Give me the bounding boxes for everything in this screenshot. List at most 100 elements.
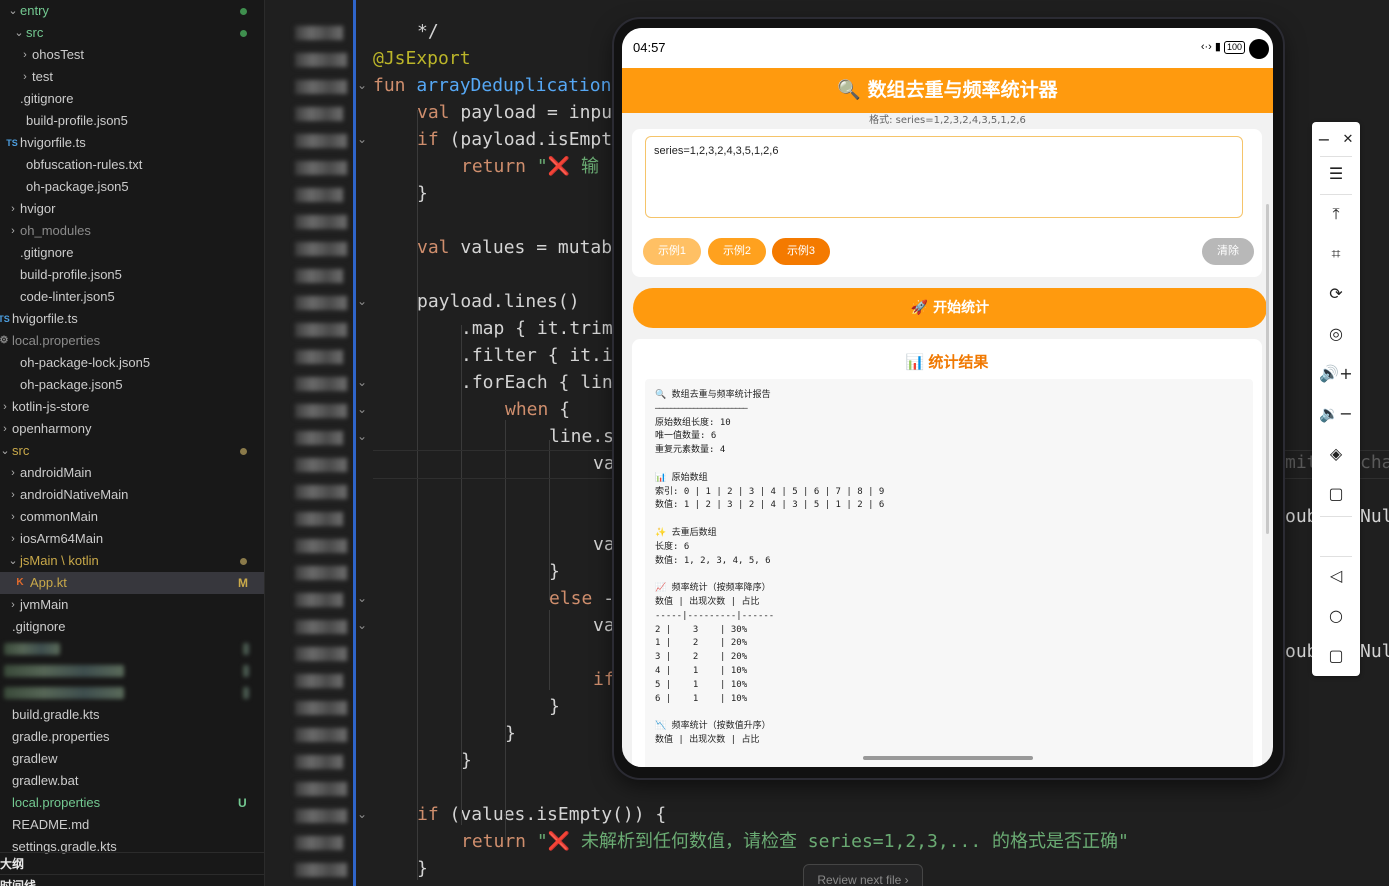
tree-item[interactable]: local.properties U [0, 792, 264, 814]
tree-item[interactable]: › androidMain [0, 462, 264, 484]
outline-section[interactable]: 大纲 [0, 852, 264, 875]
code-line[interactable]: return "❌ 输 [461, 153, 599, 180]
home-indicator[interactable] [863, 756, 1033, 760]
tree-item[interactable]: › iosArm64Main [0, 528, 264, 550]
code-line[interactable]: when { [505, 396, 570, 423]
code-line[interactable]: @JsExport [373, 45, 471, 72]
tree-item[interactable]: ⌄ src [0, 22, 264, 44]
example1-button[interactable]: 示例1 [643, 238, 701, 265]
fold-chevron-icon[interactable]: ⌄ [357, 132, 367, 146]
code-line[interactable]: val payload = inpu [417, 99, 612, 126]
code-line[interactable]: val values = mutab [417, 234, 612, 261]
code-line[interactable]: if (values.isEmpty()) { [417, 801, 666, 828]
code-line[interactable]: */ [417, 18, 439, 45]
chevron-right-icon[interactable]: › [8, 198, 18, 220]
code-line[interactable]: payload.lines() [417, 288, 580, 315]
device-screen[interactable]: 04:57 ‹·› ▮ 100 🔍 数组去重与频率统计器 格式: series=1… [622, 28, 1273, 767]
code-line[interactable]: fun arrayDeduplication [373, 72, 611, 99]
code-line[interactable]: va [593, 612, 615, 639]
chevron-right-icon[interactable]: › [8, 528, 18, 550]
code-line[interactable]: .filter { it.i [461, 342, 613, 369]
start-statistics-button[interactable]: 🚀 开始统计 [633, 288, 1267, 328]
tree-item[interactable]: ⌄ src [0, 440, 264, 462]
tree-item[interactable]: › kotlin-js-store [0, 396, 264, 418]
timeline-section[interactable]: 时间线 [0, 874, 264, 886]
back-icon[interactable]: ◁ [1312, 558, 1360, 594]
tree-item[interactable]: › jvmMain [0, 594, 264, 616]
code-line[interactable]: } [549, 558, 560, 585]
volume-up-icon[interactable]: 🔊+ [1312, 356, 1360, 392]
code-line[interactable]: line.s [549, 423, 614, 450]
square-frame-icon[interactable]: ▢ [1312, 476, 1360, 512]
volume-down-icon[interactable]: 🔉− [1312, 396, 1360, 432]
chevron-right-icon[interactable]: › [20, 66, 30, 88]
code-line[interactable]: return "❌ 未解析到任何数值，请检查 series=1,2,3,... … [461, 828, 1129, 855]
tree-item[interactable]: build-profile.json5 [0, 264, 264, 286]
tree-item[interactable]: oh-package.json5 [0, 176, 264, 198]
tree-item[interactable]: build-profile.json5 [0, 110, 264, 132]
tree-item[interactable]: K App.kt M [0, 572, 264, 594]
code-line[interactable]: .forEach { lin [461, 369, 613, 396]
location-icon[interactable]: ◎ [1312, 316, 1360, 352]
tree-item[interactable]: gradle.properties [0, 726, 264, 748]
tree-item[interactable]: .gitignore [0, 88, 264, 110]
tree-item[interactable]: › test [0, 66, 264, 88]
tree-item[interactable]: obfuscation-rules.txt [0, 154, 264, 176]
chevron-down-icon[interactable]: ⌄ [8, 0, 18, 22]
fold-chevron-icon[interactable]: ⌄ [357, 375, 367, 389]
fold-chevron-icon[interactable]: ⌄ [357, 807, 367, 821]
fold-chevron-icon[interactable]: ⌄ [357, 78, 367, 92]
code-line[interactable]: } [417, 180, 428, 207]
fold-chevron-icon[interactable]: ⌄ [357, 402, 367, 416]
chevron-right-icon[interactable]: › [8, 220, 18, 242]
code-line[interactable]: else - [549, 585, 614, 612]
tree-item[interactable]: › androidNativeMain [0, 484, 264, 506]
tree-item[interactable]: .gitignore [0, 242, 264, 264]
home-icon[interactable]: ○ [1312, 598, 1360, 634]
tree-item[interactable]: TShvigorfile.ts [0, 308, 264, 330]
tree-item[interactable]: oh-package-lock.json5 [0, 352, 264, 374]
code-line[interactable]: } [417, 855, 428, 882]
example2-button[interactable]: 示例2 [708, 238, 766, 265]
tree-item[interactable]: ⌄ entry [0, 0, 264, 22]
tree-item[interactable]: TShvigorfile.ts [0, 132, 264, 154]
code-line[interactable]: if [593, 666, 615, 693]
chevron-down-icon[interactable]: ⌄ [8, 550, 18, 572]
tree-item[interactable]: › openharmony [0, 418, 264, 440]
tree-item[interactable]: ⌄ jsMain \ kotlin [0, 550, 264, 572]
tree-item[interactable]: ⚙ local.properties [0, 330, 264, 352]
crop-screenshot-icon[interactable]: ⌗ [1312, 236, 1360, 272]
tree-item[interactable]: code-linter.json5 [0, 286, 264, 308]
tree-item[interactable]: build.gradle.kts [0, 704, 264, 726]
chevron-right-icon[interactable]: › [0, 396, 10, 418]
minimize-button[interactable]: − [1312, 122, 1336, 158]
tree-item[interactable]: › commonMain [0, 506, 264, 528]
chevron-right-icon[interactable]: › [8, 594, 18, 616]
fold-chevron-icon[interactable]: ⌄ [357, 591, 367, 605]
chevron-down-icon[interactable]: ⌄ [14, 22, 24, 44]
chevron-down-icon[interactable]: ⌄ [0, 440, 10, 462]
code-line[interactable]: .map { it.trim [461, 315, 613, 342]
chevron-right-icon[interactable]: › [0, 418, 10, 440]
menu-icon[interactable]: ☰ [1312, 156, 1360, 192]
code-line[interactable]: } [505, 720, 516, 747]
scrollbar[interactable] [1266, 204, 1269, 534]
clear-button[interactable]: 清除 [1202, 238, 1254, 265]
fold-rotate-icon[interactable]: ◈ [1312, 436, 1360, 472]
tree-item[interactable]: gradlew.bat [0, 770, 264, 792]
series-input[interactable] [645, 136, 1243, 218]
chevron-right-icon[interactable]: › [8, 506, 18, 528]
tree-item[interactable]: › ohosTest [0, 44, 264, 66]
code-line[interactable]: if (payload.isEmpt [417, 126, 612, 153]
recents-icon[interactable]: ▢ [1312, 638, 1360, 674]
tree-item[interactable]: › hvigor [0, 198, 264, 220]
code-line[interactable]: va [593, 531, 615, 558]
fold-chevron-icon[interactable]: ⌄ [357, 618, 367, 632]
tree-item[interactable]: gradlew [0, 748, 264, 770]
fold-chevron-icon[interactable]: ⌄ [357, 294, 367, 308]
chevron-right-icon[interactable]: › [8, 462, 18, 484]
example3-button[interactable]: 示例3 [772, 238, 830, 265]
tree-item[interactable]: oh-package.json5 [0, 374, 264, 396]
code-line[interactable]: } [461, 747, 472, 774]
chevron-right-icon[interactable]: › [8, 484, 18, 506]
